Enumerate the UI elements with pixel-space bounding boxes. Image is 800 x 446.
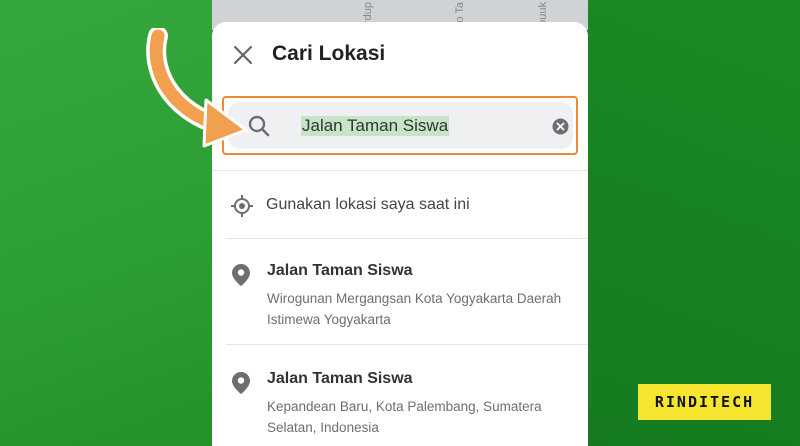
current-location-label: Gunakan lokasi saya saat ini (266, 196, 470, 213)
result-address: Kepandean Baru, Kota Palembang, Sumatera… (267, 399, 542, 435)
brand-watermark: RINDITECH (638, 384, 771, 420)
location-search-panel: Cari Lokasi Jalan Taman Siswa Gunakan lo… (212, 22, 588, 446)
map-pin-icon (232, 372, 250, 394)
page-title: Cari Lokasi (272, 42, 386, 65)
search-input-value[interactable]: Jalan Taman Siswa (301, 116, 450, 136)
divider (226, 344, 588, 345)
search-input[interactable]: Jalan Taman Siswa (228, 102, 573, 149)
search-icon (248, 115, 270, 137)
result-address: Wirogunan Mergangsan Kota Yogyakarta Dae… (267, 291, 562, 327)
map-label: rdup (362, 2, 374, 25)
divider (212, 170, 588, 171)
search-result-item[interactable]: Jalan Taman Siswa Kepandean Baru, Kota P… (212, 368, 588, 446)
search-result-item[interactable]: Jalan Taman Siswa Wirogunan Mergangsan K… (212, 260, 588, 356)
result-title: Jalan Taman Siswa (267, 370, 413, 387)
background-right-shape (560, 0, 800, 446)
panel-header: Cari Lokasi (212, 22, 588, 88)
orange-arrow-annotation (146, 28, 248, 148)
divider (226, 238, 588, 239)
crosshair-location-icon (231, 195, 253, 217)
use-current-location-button[interactable]: Gunakan lokasi saya saat ini (212, 182, 588, 236)
result-title: Jalan Taman Siswa (267, 262, 413, 279)
clear-search-icon[interactable] (552, 118, 569, 135)
map-label: o Ta (454, 2, 466, 23)
map-pin-icon (232, 264, 250, 286)
